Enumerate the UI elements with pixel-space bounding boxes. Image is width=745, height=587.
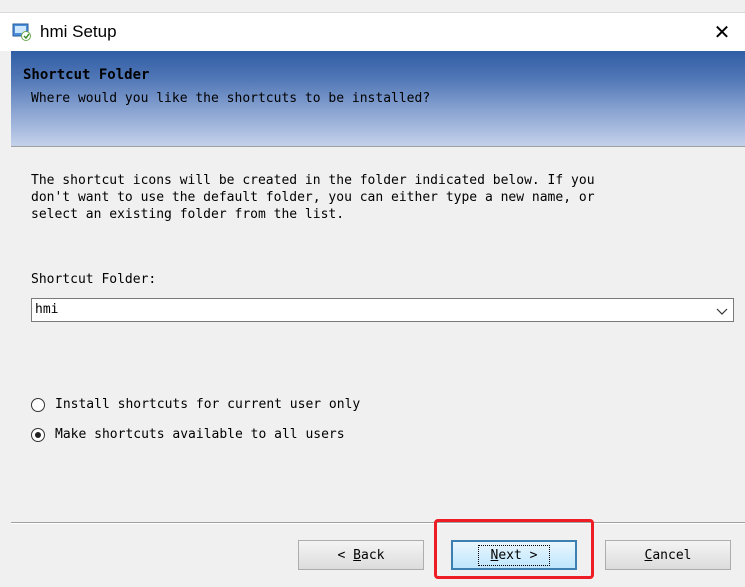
window-title: hmi Setup [40, 22, 117, 41]
chevron-down-icon[interactable] [715, 304, 729, 318]
wizard-header: Shortcut Folder Where would you like the… [11, 51, 745, 147]
radio-all-users[interactable]: Make shortcuts available to all users [31, 427, 345, 442]
radio-button-all-users[interactable] [31, 427, 45, 442]
installer-icon [12, 23, 31, 41]
shortcut-folder-label: Shortcut Folder: [31, 272, 157, 287]
next-button-label: Next > [477, 544, 551, 566]
radio-label-all-users: Make shortcuts available to all users [55, 427, 345, 442]
radio-button-current-user[interactable] [31, 397, 45, 412]
setup-window: hmi Setup ✕ Shortcut Folder Where would … [0, 0, 745, 587]
back-button-label: < Back [337, 547, 385, 563]
page-subtitle: Where would you like the shortcuts to be… [31, 91, 431, 106]
title-bar: hmi Setup ✕ [0, 12, 745, 51]
close-icon: ✕ [713, 20, 731, 44]
shortcut-folder-value[interactable]: hmi [35, 302, 58, 317]
cancel-button[interactable]: Cancel [605, 540, 731, 570]
next-button[interactable]: Next > [451, 540, 577, 570]
description-text: The shortcut icons will be created in th… [31, 173, 595, 222]
cancel-button-label: Cancel [644, 547, 692, 563]
page-title: Shortcut Folder [23, 67, 150, 83]
radio-label-current-user: Install shortcuts for current user only [55, 397, 361, 412]
close-button[interactable]: ✕ [699, 13, 745, 51]
shortcut-folder-combobox[interactable]: hmi [31, 298, 734, 322]
back-button[interactable]: < Back [298, 540, 424, 570]
footer-divider-highlight [11, 523, 745, 524]
radio-current-user[interactable]: Install shortcuts for current user only [31, 397, 360, 412]
